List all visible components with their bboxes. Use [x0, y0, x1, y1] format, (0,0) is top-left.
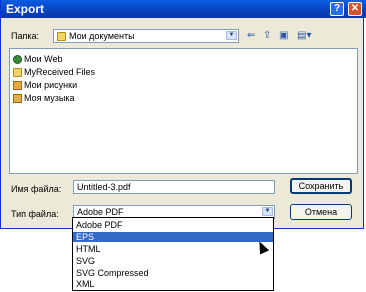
filetype-label: Тип файла: [11, 209, 59, 219]
back-arrow-icon[interactable]: ⇐ [247, 30, 255, 42]
file-name: MyReceived Files [24, 67, 96, 77]
pictures-folder-icon [13, 80, 22, 90]
save-button[interactable]: Сохранить [290, 178, 352, 194]
music-folder-icon [13, 93, 22, 103]
cancel-button[interactable]: Отмена [290, 204, 352, 220]
file-list[interactable]: Мои Web MyReceived Files Мои рисунки Моя… [9, 48, 358, 174]
filetype-option[interactable]: SVG Compressed [73, 268, 273, 278]
title-bar[interactable]: Export ? ✕ [1, 0, 366, 18]
filetype-option[interactable]: Adobe PDF [73, 220, 273, 230]
new-folder-icon[interactable]: ▣ [279, 30, 288, 42]
view-menu-icon[interactable]: ▤▾ [297, 30, 311, 42]
filetype-option[interactable]: HTML [73, 244, 273, 254]
list-item[interactable]: Моя музыка [13, 92, 75, 104]
list-item[interactable]: MyReceived Files [13, 66, 95, 78]
folder-icon [13, 67, 22, 77]
list-item[interactable]: Мои Web [13, 53, 62, 65]
file-name: Мои рисунки [24, 80, 78, 90]
filetype-option-selected[interactable]: EPS [73, 232, 273, 242]
filetype-option[interactable]: SVG [73, 256, 273, 266]
file-name: Моя музыка [24, 93, 75, 103]
filetype-value: Adobe PDF [77, 207, 124, 217]
folder-icon [57, 32, 66, 41]
dialog-title: Export [6, 2, 45, 16]
lookin-value: Мои документы [69, 31, 135, 41]
file-name: Мои Web [24, 54, 63, 64]
up-folder-icon[interactable]: ⇧ [263, 30, 271, 42]
chevron-down-icon[interactable]: ▼ [262, 207, 273, 216]
lookin-label: Папка: [11, 31, 39, 41]
close-button[interactable]: ✕ [348, 2, 362, 16]
list-item[interactable]: Мои рисунки [13, 79, 77, 91]
export-dialog: Export ? ✕ Папка: Мои документы ▼ ⇐ ⇧ ▣ … [0, 0, 366, 229]
chevron-down-icon[interactable]: ▼ [226, 31, 237, 40]
web-folder-icon [13, 54, 22, 64]
help-button[interactable]: ? [330, 2, 344, 16]
filetype-dropdown-list[interactable]: Adobe PDF EPS HTML SVG SVG Compressed XM… [72, 217, 274, 291]
filename-label: Имя файла: [11, 184, 62, 194]
filetype-option[interactable]: XML [73, 279, 273, 289]
filename-input[interactable]: Untitled-3.pdf [73, 180, 275, 194]
lookin-combo[interactable]: Мои документы ▼ [53, 29, 239, 43]
